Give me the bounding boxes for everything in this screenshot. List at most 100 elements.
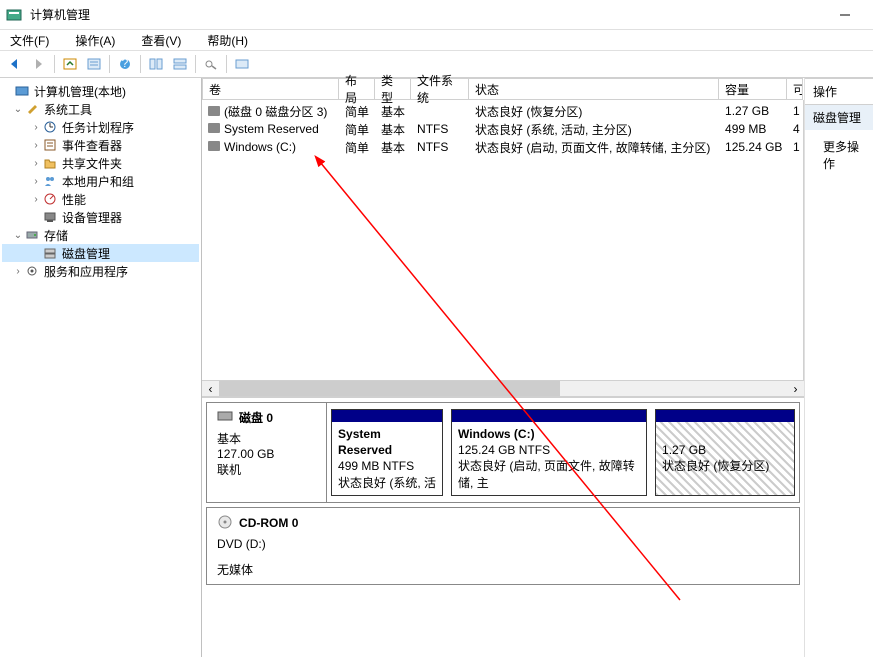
part-status: 状态良好 (系统, 活 <box>338 475 436 491</box>
disk-name: CD-ROM 0 <box>239 516 298 530</box>
tree-label: 设备管理器 <box>62 209 122 226</box>
vol-free: 1 <box>787 103 803 119</box>
partition-windows-c[interactable]: Windows (C:) 125.24 GB NTFS 状态良好 (启动, 页面… <box>451 409 647 496</box>
disk-row-disk0[interactable]: 磁盘 0 基本 127.00 GB 联机 System Reserved 499… <box>206 402 800 503</box>
back-button[interactable] <box>4 53 26 75</box>
tree-device-manager[interactable]: 设备管理器 <box>2 208 199 226</box>
expander-icon[interactable]: › <box>30 140 42 151</box>
vol-cap: 1.27 GB <box>719 103 787 119</box>
col-capacity[interactable]: 容量 <box>719 78 787 100</box>
disk-icon <box>217 409 233 426</box>
tool-list-button[interactable] <box>231 53 253 75</box>
actions-more[interactable]: 更多操作 <box>805 130 873 180</box>
col-type[interactable]: 类型 <box>375 78 411 100</box>
tree-label: 计算机管理(本地) <box>34 83 126 100</box>
vol-type: 基本 <box>375 120 411 139</box>
forward-button[interactable] <box>28 53 50 75</box>
volume-icon <box>208 123 220 133</box>
vol-layout: 简单 <box>339 138 375 157</box>
tree-shared-folders[interactable]: › 共享文件夹 <box>2 154 199 172</box>
partition-system-reserved[interactable]: System Reserved 499 MB NTFS 状态良好 (系统, 活 <box>331 409 443 496</box>
tools-icon <box>24 101 40 117</box>
vol-status: 状态良好 (系统, 活动, 主分区) <box>469 120 719 139</box>
navigation-tree[interactable]: 计算机管理(本地) ⌄ 系统工具 › 任务计划程序 › 事件查看器 › 共享文件… <box>0 78 202 657</box>
disk-row-cdrom[interactable]: CD-ROM 0 DVD (D:) 无媒体 <box>206 507 800 585</box>
sharedfolder-icon <box>42 155 58 171</box>
scroll-right-icon[interactable]: › <box>787 381 804 396</box>
vol-layout: 简单 <box>339 102 375 121</box>
expander-icon[interactable]: › <box>30 158 42 169</box>
vol-free: 1 <box>787 139 803 155</box>
disk-label: CD-ROM 0 DVD (D:) 无媒体 <box>207 508 327 584</box>
expander-icon[interactable]: › <box>30 122 42 133</box>
menu-view[interactable]: 查看(V) <box>135 30 187 51</box>
tree-task-scheduler[interactable]: › 任务计划程序 <box>2 118 199 136</box>
perf-icon <box>42 191 58 207</box>
svg-text:?: ? <box>122 57 129 70</box>
vol-cap: 499 MB <box>719 121 787 137</box>
volume-table-body[interactable]: (磁盘 0 磁盘分区 3) 简单 基本 状态良好 (恢复分区) 1.27 GB … <box>202 100 804 380</box>
expander-icon[interactable]: › <box>30 194 42 205</box>
main-area: 计算机管理(本地) ⌄ 系统工具 › 任务计划程序 › 事件查看器 › 共享文件… <box>0 78 873 657</box>
properties-button[interactable] <box>83 53 105 75</box>
app-icon <box>6 7 22 23</box>
vol-type: 基本 <box>375 102 411 121</box>
help-button[interactable]: ? <box>114 53 136 75</box>
horizontal-scrollbar[interactable]: ‹ › <box>202 380 804 397</box>
tree-local-users[interactable]: › 本地用户和组 <box>2 172 199 190</box>
actions-header: 操作 <box>805 78 873 105</box>
expander-icon[interactable]: ⌄ <box>12 104 24 115</box>
tree-label: 性能 <box>62 191 86 208</box>
actions-section-title: 磁盘管理 <box>805 105 873 130</box>
tree-event-viewer[interactable]: › 事件查看器 <box>2 136 199 154</box>
vol-type: 基本 <box>375 138 411 157</box>
partition-recovery[interactable]: 1.27 GB 状态良好 (恢复分区) <box>655 409 795 496</box>
menu-help[interactable]: 帮助(H) <box>201 30 254 51</box>
tree-label: 系统工具 <box>44 101 92 118</box>
tree-performance[interactable]: › 性能 <box>2 190 199 208</box>
table-row[interactable]: System Reserved 简单 基本 NTFS 状态良好 (系统, 活动,… <box>202 120 803 138</box>
scroll-track[interactable] <box>219 381 787 396</box>
vol-fs: NTFS <box>411 121 469 137</box>
vol-name: Windows (C:) <box>224 140 296 154</box>
scroll-thumb[interactable] <box>219 381 560 396</box>
menu-file[interactable]: 文件(F) <box>4 30 55 51</box>
disk-partitions: System Reserved 499 MB NTFS 状态良好 (系统, 活 … <box>327 403 799 502</box>
window-titlebar: 计算机管理 <box>0 0 873 30</box>
cdrom-icon <box>217 514 233 533</box>
table-row[interactable]: Windows (C:) 简单 基本 NTFS 状态良好 (启动, 页面文件, … <box>202 138 803 156</box>
tree-disk-management[interactable]: 磁盘管理 <box>2 244 199 262</box>
view1-button[interactable] <box>145 53 167 75</box>
minimize-button[interactable] <box>822 0 867 30</box>
expander-icon[interactable]: › <box>12 266 24 277</box>
vol-cap: 125.24 GB <box>719 139 787 155</box>
disk-status: 联机 <box>217 461 316 478</box>
vol-name: (磁盘 0 磁盘分区 3) <box>224 105 327 119</box>
services-icon <box>24 263 40 279</box>
up-button[interactable] <box>59 53 81 75</box>
tool-settings-button[interactable] <box>200 53 222 75</box>
col-free[interactable]: 可 <box>787 78 803 100</box>
tree-storage[interactable]: ⌄ 存储 <box>2 226 199 244</box>
users-icon <box>42 173 58 189</box>
col-layout[interactable]: 布局 <box>339 78 375 100</box>
vol-layout: 简单 <box>339 120 375 139</box>
col-volume[interactable]: 卷 <box>202 78 339 100</box>
col-status[interactable]: 状态 <box>469 78 719 100</box>
volume-table: 卷 布局 类型 文件系统 状态 容量 可 (磁盘 0 磁盘分区 3) 简单 基本… <box>202 78 804 397</box>
expander-icon[interactable]: ⌄ <box>12 230 24 241</box>
disk-map: 磁盘 0 基本 127.00 GB 联机 System Reserved 499… <box>202 397 804 657</box>
part-name: Windows (C:) <box>458 426 640 442</box>
tree-services[interactable]: › 服务和应用程序 <box>2 262 199 280</box>
view2-button[interactable] <box>169 53 191 75</box>
expander-icon[interactable]: › <box>30 176 42 187</box>
tree-root[interactable]: 计算机管理(本地) <box>2 82 199 100</box>
tree-system-tools[interactable]: ⌄ 系统工具 <box>2 100 199 118</box>
table-row[interactable]: (磁盘 0 磁盘分区 3) 简单 基本 状态良好 (恢复分区) 1.27 GB … <box>202 102 803 120</box>
actions-panel: 操作 磁盘管理 更多操作 <box>805 78 873 657</box>
menu-action[interactable]: 操作(A) <box>69 30 121 51</box>
scroll-left-icon[interactable]: ‹ <box>202 381 219 396</box>
col-filesystem[interactable]: 文件系统 <box>411 78 469 100</box>
part-size: 499 MB NTFS <box>338 458 436 474</box>
tree-label: 任务计划程序 <box>62 119 134 136</box>
